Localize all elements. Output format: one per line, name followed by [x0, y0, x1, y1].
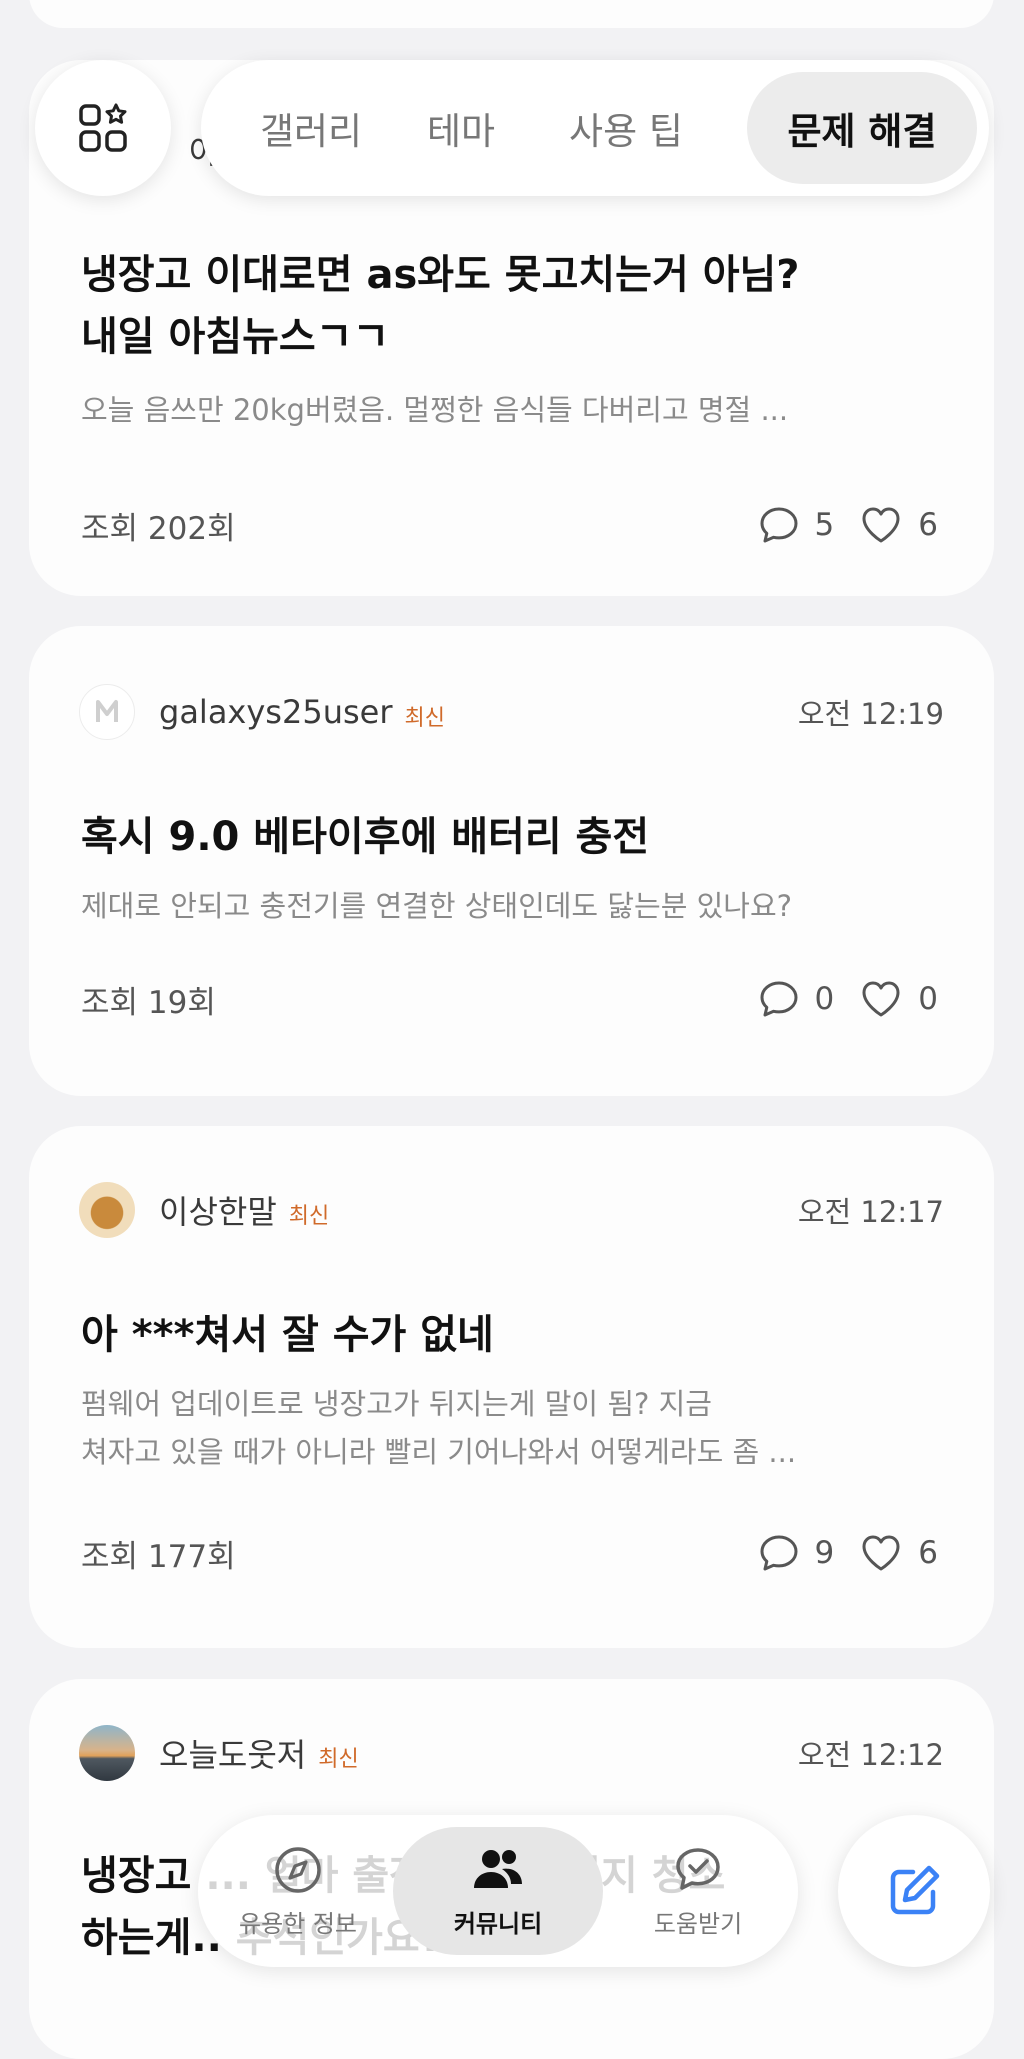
- comment-stat[interactable]: 5: [757, 503, 835, 547]
- category-tab-bar: 갤러리 테마 사용 팁 문제 해결: [201, 60, 989, 196]
- category-grid-icon: [79, 103, 127, 152]
- post-time: 오전 12:17: [797, 1195, 944, 1229]
- like-stat[interactable]: 6: [858, 503, 938, 547]
- tab-troubleshooting[interactable]: 문제 해결: [747, 72, 977, 184]
- nav-useful-info[interactable]: 유용한 정보: [198, 1815, 398, 1967]
- heart-icon: [862, 981, 900, 1017]
- post-author-row: galaxys25user 최신 오전 12:19: [79, 682, 944, 742]
- avatar: [79, 1182, 135, 1238]
- post-title: 아 ***쳐서 잘 수가 없네: [81, 1312, 494, 1358]
- heart-icon: [862, 1535, 900, 1571]
- nav-community[interactable]: 커뮤니티: [393, 1827, 603, 1955]
- post-title: 혹시 9.0 베타이후에 배터리 충전: [81, 814, 650, 860]
- tab-tips[interactable]: 사용 팁: [531, 60, 721, 196]
- view-count: 조회 177회: [81, 1538, 236, 1575]
- previous-post-card[interactable]: [29, 0, 994, 28]
- write-post-button[interactable]: [838, 1815, 990, 1967]
- like-count: 6: [918, 507, 938, 543]
- bottom-nav: 유용한 정보 커뮤니티 도움받기: [198, 1815, 798, 1967]
- post-time: 오전 12:12: [797, 1738, 944, 1772]
- comment-icon: [760, 981, 798, 1017]
- post-preview: 오늘 음쓰만 20kg버렸음. 멀쩡한 음식들 다버리고 명절 ...: [81, 393, 789, 427]
- post-meta: 조회 202회 5 6: [81, 500, 938, 550]
- post-card[interactable]: galaxys25user 최신 오전 12:19 혹시 9.0 베타이후에 배…: [29, 626, 994, 1096]
- post-time: 오전 12:19: [797, 697, 944, 731]
- post-title: 냉장고 이대로면 as와도 못고치는거 아님? 내일 아침뉴스ㄱㄱ: [81, 252, 800, 360]
- heart-icon: [862, 507, 900, 543]
- post-author-row: 오늘도웃저 최신 오전 12:12: [79, 1723, 944, 1783]
- nav-get-help[interactable]: 도움받기: [598, 1815, 798, 1967]
- like-stat[interactable]: 6: [858, 1531, 938, 1575]
- post-author: 이상한말: [159, 1193, 277, 1231]
- post-meta: 조회 177회 9 6: [81, 1528, 938, 1578]
- post-author: galaxys25user: [159, 693, 393, 731]
- comment-icon: [760, 1535, 798, 1571]
- post-preview: 펌웨어 업데이트로 냉장고가 뒤지는게 말이 됨? 지금 쳐자고 있을 때가 아…: [81, 1387, 797, 1469]
- nav-label: 도움받기: [653, 1909, 743, 1938]
- avatar: [79, 684, 135, 740]
- chat-check-icon: [676, 1847, 720, 1890]
- comment-count: 5: [814, 507, 835, 543]
- comment-stat[interactable]: 0: [757, 977, 835, 1021]
- post-preview: 제대로 안되고 충전기를 연결한 상태인데도 닳는분 있나요?: [81, 889, 793, 923]
- avatar: [79, 1725, 135, 1781]
- tab-gallery[interactable]: 갤러리: [231, 60, 391, 196]
- post-meta: 조회 19회 0 0: [81, 974, 938, 1024]
- new-badge: 최신: [318, 1747, 359, 1772]
- comment-stat[interactable]: 9: [757, 1531, 835, 1575]
- like-count: 6: [918, 1535, 938, 1571]
- edit-icon: [890, 1865, 940, 1915]
- nav-label: 커뮤니티: [453, 1909, 543, 1938]
- compass-icon: [275, 1846, 321, 1893]
- nav-label: 유용한 정보: [238, 1909, 358, 1938]
- comment-count: 0: [814, 981, 835, 1017]
- people-icon: [474, 1849, 522, 1888]
- comment-icon: [760, 507, 798, 543]
- view-count: 조회 202회: [81, 510, 236, 547]
- post-author: 오늘도웃저: [159, 1736, 307, 1774]
- post-author-row: 이상한말 최신 오전 12:17: [79, 1180, 944, 1240]
- m-logo-icon: [96, 700, 118, 722]
- new-badge: 최신: [404, 706, 445, 731]
- comment-count: 9: [814, 1535, 835, 1571]
- new-badge: 최신: [288, 1204, 330, 1229]
- post-card[interactable]: 이상한말 최신 오전 12:17 아 ***쳐서 잘 수가 없네 펌웨어 업데이…: [29, 1126, 994, 1648]
- tab-theme[interactable]: 테마: [391, 60, 531, 196]
- like-count: 0: [918, 981, 938, 1017]
- view-count: 조회 19회: [81, 984, 216, 1021]
- like-stat[interactable]: 0: [858, 977, 938, 1021]
- category-menu-button[interactable]: [35, 60, 171, 196]
